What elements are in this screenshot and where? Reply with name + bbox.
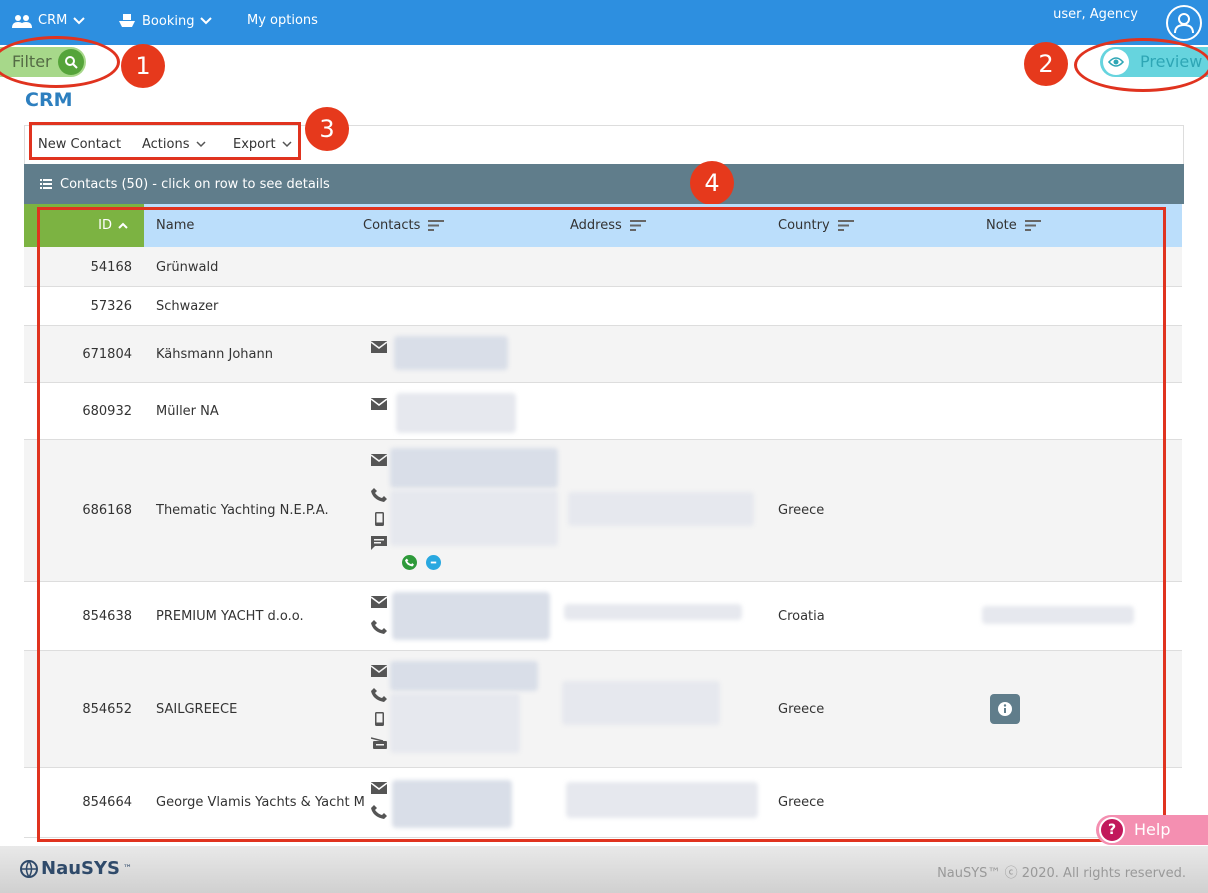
- menu-booking-label: Booking: [142, 13, 195, 29]
- annotation-circle-filter: [0, 36, 120, 88]
- user-name[interactable]: user, Agency: [1053, 7, 1138, 22]
- help-icon: ?: [1099, 817, 1125, 843]
- chevron-down-icon: [200, 17, 213, 25]
- annotation-circle-preview: [1074, 38, 1208, 92]
- ship-icon: [119, 14, 135, 27]
- chevron-down-icon: [73, 16, 86, 24]
- menu-crm[interactable]: CRM: [12, 13, 86, 28]
- menu-booking[interactable]: Booking: [118, 13, 213, 29]
- menu-crm-label: CRM: [38, 13, 68, 28]
- annotation-rect-toolbar: [29, 122, 301, 160]
- annotation-rect-table: [37, 207, 1166, 842]
- list-icon: [40, 179, 52, 189]
- help-label: Help: [1134, 820, 1171, 839]
- help-button[interactable]: ? Help: [1096, 815, 1208, 845]
- people-icon: [12, 14, 32, 28]
- annotation-badge-1: 1: [121, 44, 165, 88]
- menu-my-options-label: My options: [247, 13, 318, 28]
- copyright-text: NauSYS™ ⓒ 2020. All rights reserved.: [937, 866, 1186, 881]
- menu-my-options[interactable]: My options: [247, 13, 318, 28]
- nausys-logo: NauSYS ™: [20, 858, 132, 879]
- globe-icon: [20, 859, 38, 878]
- contacts-panel-title: Contacts (50) - click on row to see deta…: [60, 177, 330, 192]
- contacts-panel-header: Contacts (50) - click on row to see deta…: [24, 164, 1184, 204]
- page-title: CRM: [25, 89, 73, 111]
- annotation-badge-3: 3: [305, 107, 349, 151]
- footer: NauSYS ™ NauSYS™ ⓒ 2020. All rights reser…: [0, 846, 1208, 893]
- logo-text: NauSYS: [41, 858, 120, 879]
- logo-tm: ™: [123, 863, 132, 874]
- user-avatar-icon[interactable]: [1166, 5, 1202, 41]
- annotation-badge-2: 2: [1024, 42, 1068, 86]
- annotation-badge-4: 4: [690, 161, 734, 205]
- top-navbar: CRM Booking My options user, Agency: [0, 0, 1208, 45]
